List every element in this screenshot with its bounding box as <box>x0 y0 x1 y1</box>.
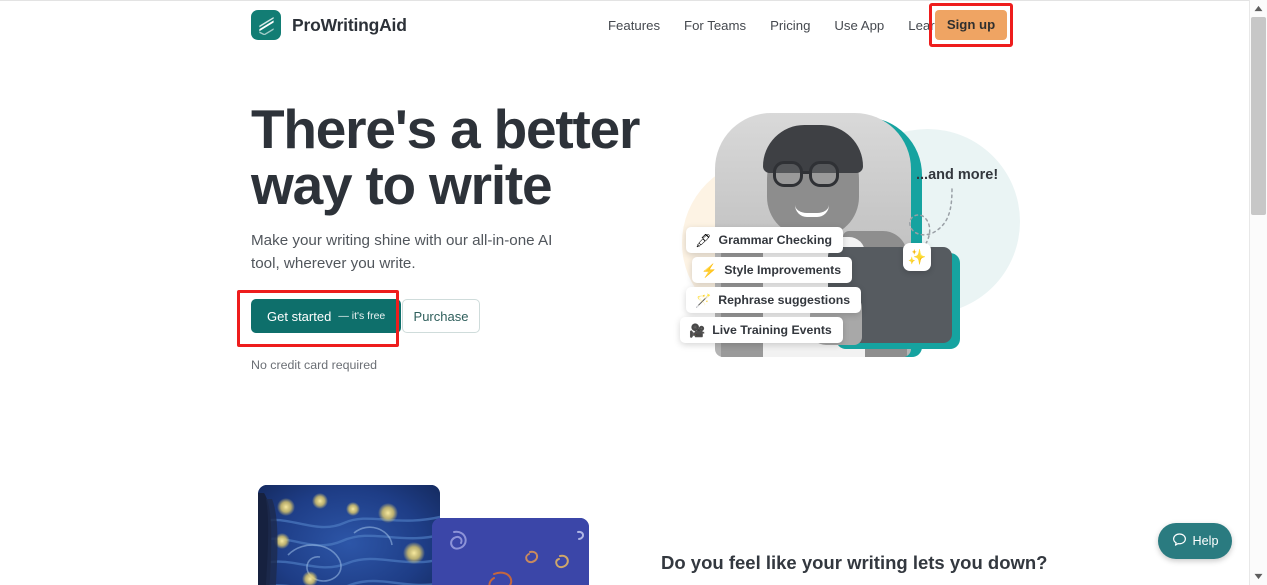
get-started-suffix: — it's free <box>338 310 386 322</box>
help-button[interactable]: Help <box>1158 523 1232 559</box>
page-title: There's a better way to write <box>251 98 640 216</box>
nav-item-for-teams[interactable]: For Teams <box>672 12 758 39</box>
glasses-lens-right <box>809 161 839 187</box>
feature-pill-label: Rephrase suggestions <box>718 293 851 307</box>
signup-button-group: Sign up <box>929 3 1013 47</box>
lightning-bolt-icon: ⚡ <box>701 262 718 278</box>
purchase-button[interactable]: Purchase <box>402 299 480 333</box>
brand-logo-link[interactable]: ProWritingAid <box>251 10 407 40</box>
feature-pill-label: Style Improvements <box>724 263 842 277</box>
feature-pill-live-training-events: 🎥 Live Training Events <box>680 317 843 343</box>
hero-subtitle: Make your writing shine with our all-in-… <box>251 232 553 272</box>
section-heading: Do you feel like your writing lets you d… <box>661 552 1048 573</box>
no-credit-card-note: No credit card required <box>251 358 378 372</box>
sparkle-icon: ✨ <box>907 249 927 266</box>
vertical-scrollbar[interactable] <box>1249 0 1267 585</box>
scroll-down-arrow-icon[interactable] <box>1250 568 1267 585</box>
sign-up-button[interactable]: Sign up <box>935 10 1007 40</box>
feature-pill-grammar-checking: 🖋 Grammar Checking <box>686 227 843 253</box>
movie-camera-icon: 🎥 <box>689 322 706 338</box>
feature-pill-rephrase-suggestions: 🪄 Rephrase suggestions <box>686 287 862 313</box>
and-more-callout: ...and more! <box>916 167 999 183</box>
nav-item-use-app[interactable]: Use App <box>822 12 896 39</box>
glasses-bridge <box>803 171 811 174</box>
chat-bubble-icon <box>1172 532 1187 550</box>
nav-item-features[interactable]: Features <box>596 12 672 39</box>
feature-pill-label: Live Training Events <box>712 323 832 337</box>
brand-name: ProWritingAid <box>292 14 407 35</box>
feature-pill-style-improvements: ⚡ Style Improvements <box>692 257 853 283</box>
scrollbar-thumb[interactable] <box>1251 17 1266 215</box>
help-label: Help <box>1192 534 1219 548</box>
get-started-button[interactable]: Get started — it's free <box>251 299 402 333</box>
starry-night-artwork <box>258 485 440 585</box>
quill-pen-icon: 🖋 <box>695 232 712 248</box>
sparkle-badge: ✨ <box>903 243 931 271</box>
book-layers-icon <box>251 10 281 40</box>
scroll-up-arrow-icon[interactable] <box>1250 0 1267 17</box>
magic-wand-icon: 🪄 <box>695 292 712 308</box>
hero-illustration: 🖋 Grammar Checking ⚡ Style Improvements … <box>660 101 1020 376</box>
glasses-lens-left <box>773 161 803 187</box>
get-started-label: Get started <box>267 308 332 324</box>
site-header: ProWritingAid Features For Teams Pricing… <box>0 1 1249 50</box>
nav-item-pricing[interactable]: Pricing <box>758 12 822 39</box>
browser-page: ProWritingAid Features For Teams Pricing… <box>0 0 1267 585</box>
blue-doodle-artwork <box>432 518 589 585</box>
page-viewport: ProWritingAid Features For Teams Pricing… <box>0 0 1249 585</box>
feature-pill-label: Grammar Checking <box>718 233 832 247</box>
